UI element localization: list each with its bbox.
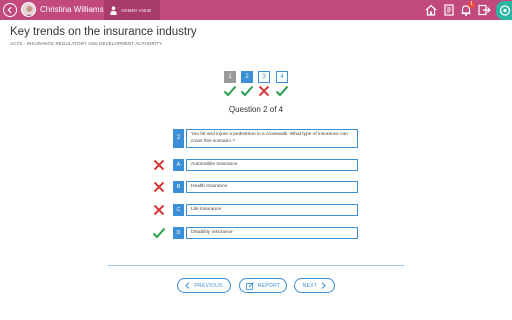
question-counter: Question 2 of 4 [228, 105, 284, 114]
back-arrow-icon [7, 6, 12, 14]
option-b[interactable]: Health Insurance [186, 181, 358, 193]
back-button[interactable] [3, 3, 17, 17]
avatar[interactable] [21, 2, 36, 17]
page-title: Key trends on the insurance industry [10, 26, 197, 38]
home-icon[interactable] [424, 3, 438, 17]
logout-icon[interactable] [477, 3, 491, 17]
admin-icon [110, 5, 117, 15]
option-a-letter[interactable]: A [173, 159, 184, 171]
question-nav-3[interactable]: 3 [258, 71, 270, 83]
checkmark-icon [240, 85, 254, 97]
question-number: 2 [173, 129, 184, 148]
option-b-letter[interactable]: B [173, 181, 184, 193]
divider [108, 265, 404, 266]
support-icon [499, 5, 511, 16]
checkmark-icon [223, 85, 237, 97]
cross-icon [258, 85, 270, 97]
user-name[interactable]: Christina Williams [40, 5, 104, 14]
next-label: NEXT [302, 282, 318, 289]
checkmark-icon [275, 85, 289, 97]
question-nav-4[interactable]: 4 [276, 71, 288, 83]
admin-view-button[interactable]: ADMIN VIEW [104, 0, 160, 20]
edit-icon [245, 281, 254, 290]
question-nav-1[interactable]: 1 [224, 71, 236, 83]
top-bar: Christina Williams ADMIN VIEW 1 [0, 0, 512, 20]
option-a[interactable]: Automobile Insurance [186, 159, 358, 171]
next-button[interactable]: NEXT [294, 278, 335, 293]
previous-label: PREVIOUS [194, 282, 223, 289]
chevron-right-icon [321, 282, 326, 289]
document-icon[interactable] [442, 3, 456, 17]
report-label: REPORT [257, 282, 281, 289]
previous-button[interactable]: PREVIOUS [177, 278, 231, 293]
cross-icon [153, 181, 165, 193]
question-nav-2[interactable]: 2 [241, 71, 253, 83]
option-d[interactable]: Disability Insurance [186, 227, 358, 239]
cross-icon [153, 159, 165, 171]
report-button[interactable]: REPORT [239, 278, 287, 293]
question-text: You hit and injure a pedestrian in a cro… [186, 129, 358, 148]
cross-icon [153, 204, 165, 216]
option-d-letter[interactable]: D [173, 227, 184, 239]
option-c[interactable]: Life Insurance [186, 204, 358, 216]
chevron-left-icon [185, 282, 190, 289]
support-button[interactable] [496, 1, 512, 20]
notification-badge: 1 [468, 1, 475, 8]
admin-view-label: ADMIN VIEW [121, 7, 152, 13]
page-subtitle: ACTS - INSURANCE REGULATORY AND DEVELOPM… [10, 41, 163, 46]
option-c-letter[interactable]: C [173, 204, 184, 216]
checkmark-icon [152, 227, 166, 239]
